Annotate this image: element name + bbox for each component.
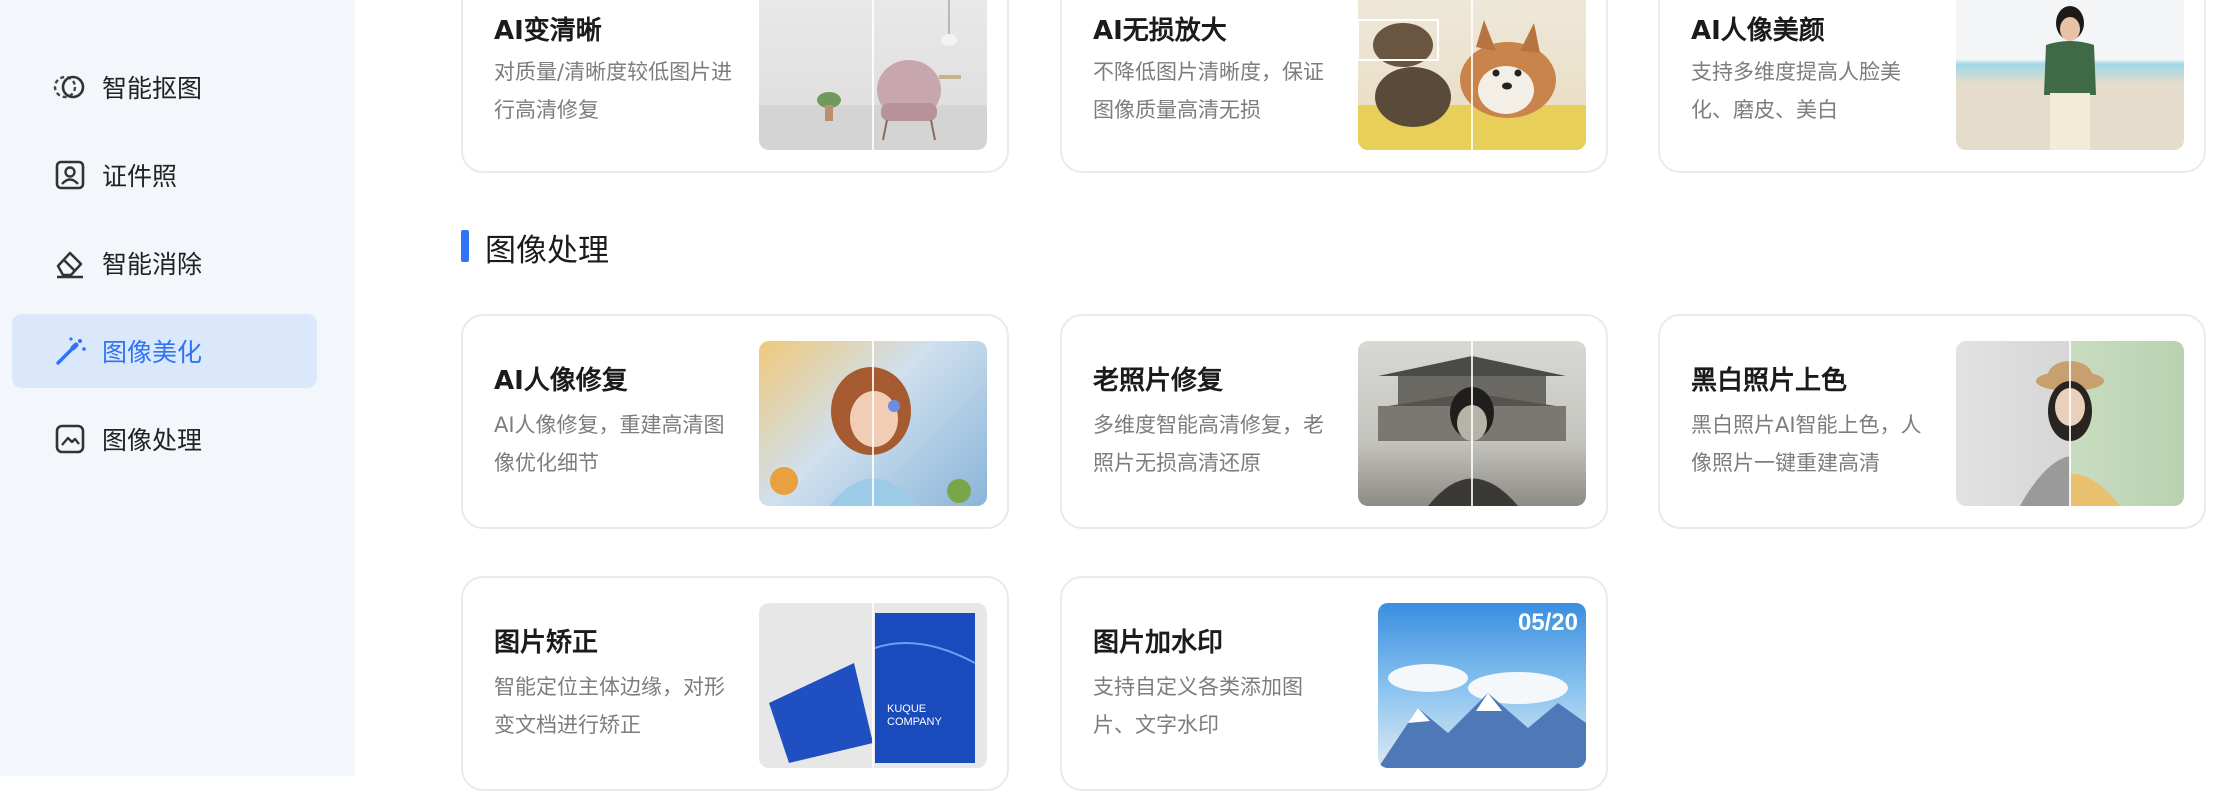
compare-divider <box>2069 341 2071 506</box>
card-title: 老照片修复 <box>1093 360 1223 397</box>
card-ai-upscale[interactable]: AI无损放大 不降低图片清晰度，保证图像质量高清无损 <box>1060 0 1608 173</box>
card-title: 图片加水印 <box>1093 622 1223 659</box>
card-desc: AI人像修复，重建高清图像优化细节 <box>494 406 744 482</box>
compare-divider <box>1471 341 1473 506</box>
card-desc: 支持自定义各类添加图片、文字水印 <box>1093 668 1343 744</box>
sidebar-item-id-photo[interactable]: 证件照 <box>12 138 317 212</box>
main-content: AI变清晰 对质量/清晰度较低图片进行高清修复 AI无损放大 不降低图片清晰度，… <box>355 0 2240 776</box>
card-thumbnail: KUQUE COMPANY <box>759 603 987 768</box>
card-ai-sharpen[interactable]: AI变清晰 对质量/清晰度较低图片进行高清修复 <box>461 0 1009 173</box>
card-image-correct[interactable]: 图片矫正 智能定位主体边缘，对形变文档进行矫正 KUQUE COMPANY <box>461 576 1009 791</box>
card-title: 图片矫正 <box>494 622 598 659</box>
sidebar-item-beautify[interactable]: 图像美化 <box>12 314 317 388</box>
section-accent-bar <box>461 230 469 262</box>
sidebar-item-cutout[interactable]: 智能抠图 <box>12 50 317 124</box>
sidebar-item-label: 图像美化 <box>102 333 202 369</box>
card-thumbnail <box>1358 0 1586 150</box>
compare-divider <box>1471 0 1473 150</box>
card-thumbnail <box>1358 341 1586 506</box>
card-thumbnail <box>1956 0 2184 150</box>
card-thumbnail <box>1956 341 2184 506</box>
card-thumbnail: 05/20 <box>1378 603 1586 768</box>
cutout-icon <box>52 69 88 105</box>
card-colorize[interactable]: 黑白照片上色 黑白照片AI智能上色，人像照片一键重建高清 <box>1658 314 2206 529</box>
card-desc: 支持多维度提高人脸美化、磨皮、美白 <box>1691 53 1941 129</box>
card-desc: 对质量/清晰度较低图片进行高清修复 <box>494 53 744 129</box>
card-thumbnail <box>759 341 987 506</box>
card-title: AI人像美颜 <box>1691 10 1825 47</box>
eraser-icon <box>52 245 88 281</box>
card-old-photo-restore[interactable]: 老照片修复 多维度智能高清修复，老照片无损高清还原 <box>1060 314 1608 529</box>
magic-wand-icon <box>52 333 88 369</box>
card-desc: 多维度智能高清修复，老照片无损高清还原 <box>1093 406 1343 482</box>
card-desc: 黑白照片AI智能上色，人像照片一键重建高清 <box>1691 406 1941 482</box>
sidebar-item-process[interactable]: 图像处理 <box>12 402 317 476</box>
compare-divider <box>872 341 874 506</box>
id-photo-icon <box>52 157 88 193</box>
sidebar-item-label: 图像处理 <box>102 421 202 457</box>
sidebar-item-label: 证件照 <box>102 157 177 193</box>
card-title: AI人像修复 <box>494 360 628 397</box>
sidebar: 智能抠图 证件照 智能消除 图像美化 图像处理 <box>0 0 355 776</box>
image-process-icon <box>52 421 88 457</box>
watermark-date-text: 05/20 <box>1518 609 1578 637</box>
sidebar-item-erase[interactable]: 智能消除 <box>12 226 317 300</box>
sidebar-item-label: 智能消除 <box>102 245 202 281</box>
card-ai-beauty[interactable]: AI人像美颜 支持多维度提高人脸美化、磨皮、美白 <box>1658 0 2206 173</box>
card-desc: 不降低图片清晰度，保证图像质量高清无损 <box>1093 53 1343 129</box>
thumb-company-text: KUQUE COMPANY <box>887 703 977 729</box>
compare-divider <box>872 603 874 768</box>
card-title: AI无损放大 <box>1093 10 1227 47</box>
card-watermark[interactable]: 图片加水印 支持自定义各类添加图片、文字水印 05/20 <box>1060 576 1608 791</box>
card-title: AI变清晰 <box>494 10 602 47</box>
card-thumbnail <box>759 0 987 150</box>
compare-divider <box>872 0 874 150</box>
section-title: 图像处理 <box>485 225 609 270</box>
card-title: 黑白照片上色 <box>1691 360 1847 397</box>
card-portrait-restore[interactable]: AI人像修复 AI人像修复，重建高清图像优化细节 <box>461 314 1009 529</box>
sidebar-item-label: 智能抠图 <box>102 69 202 105</box>
card-desc: 智能定位主体边缘，对形变文档进行矫正 <box>494 668 744 744</box>
